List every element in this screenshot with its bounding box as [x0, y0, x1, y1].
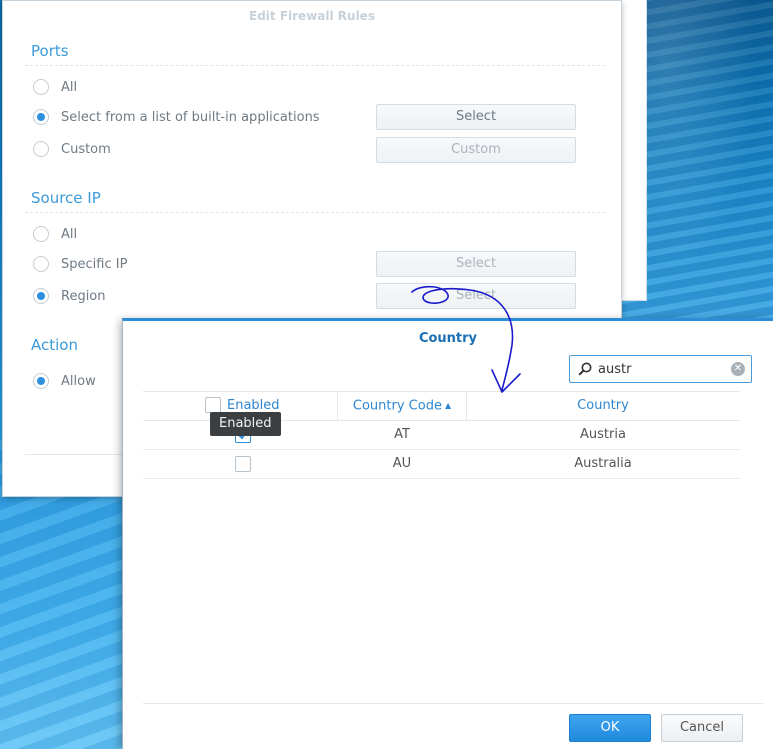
ok-button[interactable]: OK: [569, 714, 651, 742]
section-divider: [25, 65, 605, 66]
radio-button[interactable]: [33, 79, 49, 95]
radio-label: Custom: [61, 141, 111, 157]
ports-section-title: Ports: [31, 42, 69, 60]
source-ip-option-all[interactable]: All: [33, 224, 77, 244]
table-row[interactable]: AU Australia: [143, 450, 740, 479]
column-header-country[interactable]: Country: [466, 392, 740, 420]
country-dialog: Country ✕ Enabled Country Code▲ Country …: [122, 318, 773, 749]
background-window-edge: [620, 0, 647, 301]
sort-ascending-icon: ▲: [444, 401, 452, 410]
footer-divider: [143, 703, 763, 704]
column-header-label: Country Code: [352, 398, 442, 414]
radio-button[interactable]: [33, 256, 49, 272]
source-ip-option-region[interactable]: Region: [33, 286, 106, 306]
action-option-allow[interactable]: Allow: [33, 371, 96, 391]
country-code-cell: AU: [392, 456, 412, 471]
section-divider: [25, 212, 605, 213]
search-field[interactable]: ✕: [569, 355, 752, 383]
radio-button-selected[interactable]: [33, 109, 49, 125]
search-input[interactable]: [598, 360, 726, 378]
radio-button[interactable]: [33, 141, 49, 157]
dialog-title: Country: [418, 331, 478, 346]
search-icon: [578, 362, 592, 376]
dialog-title: Edit Firewall Rules: [249, 9, 375, 23]
ports-option-custom[interactable]: Custom: [33, 139, 111, 159]
ports-custom-button[interactable]: Custom: [376, 137, 576, 163]
select-all-checkbox[interactable]: [205, 397, 221, 413]
radio-label: Allow: [61, 373, 96, 389]
cancel-button[interactable]: Cancel: [661, 714, 743, 742]
footer-divider: [25, 454, 135, 455]
radio-label: All: [61, 226, 78, 242]
radio-button-selected[interactable]: [33, 373, 49, 389]
radio-button[interactable]: [33, 226, 49, 242]
radio-label: Select from a list of built-in applicati…: [61, 109, 320, 125]
enabled-checkbox[interactable]: [235, 456, 251, 472]
region-select-button[interactable]: Select: [376, 283, 576, 309]
radio-label: Region: [61, 288, 106, 304]
ports-select-button[interactable]: Select: [376, 104, 576, 130]
country-name-cell: Australia: [574, 456, 632, 471]
tooltip: Enabled: [210, 412, 281, 436]
action-section-title: Action: [31, 336, 78, 354]
ports-option-all[interactable]: All: [33, 77, 77, 97]
radio-button-selected[interactable]: [33, 288, 49, 304]
specific-ip-select-button[interactable]: Select: [376, 251, 576, 277]
column-header-country-code[interactable]: Country Code ▲: [337, 392, 467, 420]
country-code-cell: AT: [394, 427, 410, 442]
source-ip-section-title: Source IP: [31, 189, 101, 207]
radio-label: Specific IP: [61, 256, 128, 272]
country-name-cell: Austria: [580, 427, 626, 442]
radio-label: All: [61, 79, 78, 95]
source-ip-option-specific[interactable]: Specific IP: [33, 254, 127, 274]
clear-search-icon[interactable]: ✕: [731, 362, 745, 376]
ports-option-builtin-apps[interactable]: Select from a list of built-in applicati…: [33, 107, 320, 127]
